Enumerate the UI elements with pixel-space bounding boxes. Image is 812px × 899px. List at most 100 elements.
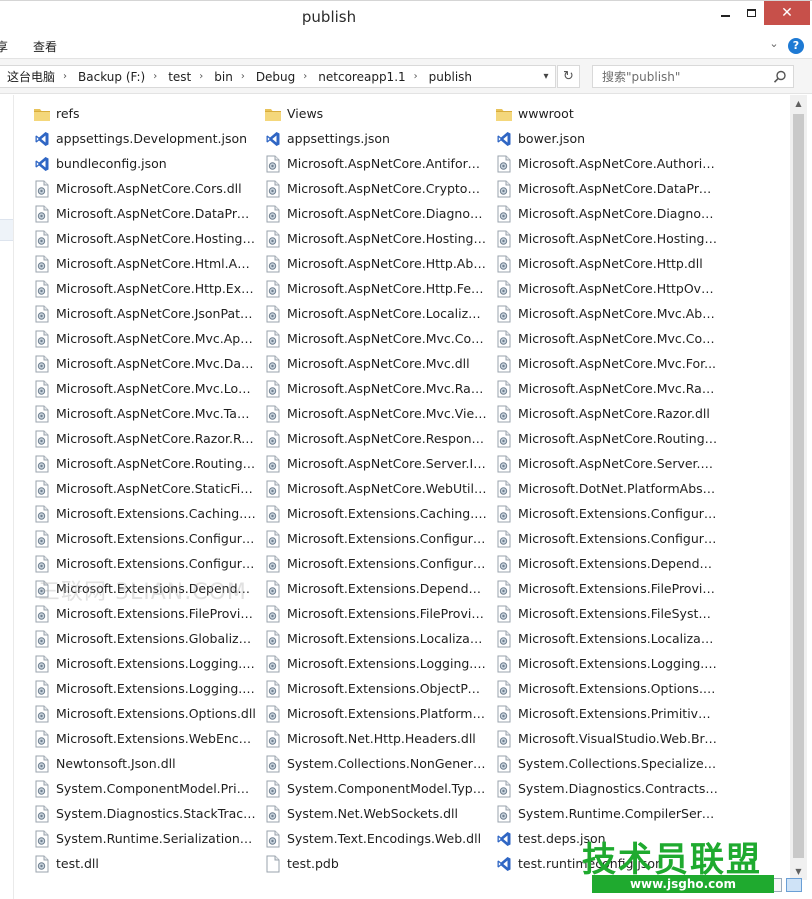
file-item[interactable]: Microsoft.AspNetCore.DataProt... [495, 176, 725, 201]
file-item[interactable]: Microsoft.AspNetCore.Respons... [264, 426, 494, 451]
file-item[interactable]: Microsoft.AspNetCore.Http.Abst... [264, 251, 494, 276]
breadcrumb-debug[interactable]: Debug [248, 70, 297, 84]
file-item[interactable]: Microsoft.Extensions.Dependenc... [495, 551, 725, 576]
file-item[interactable]: Microsoft.AspNetCore.Mvc.Cors... [495, 326, 725, 351]
file-item[interactable]: System.Runtime.CompilerService... [495, 801, 725, 826]
file-item[interactable]: Microsoft.AspNetCore.WebUtiliti... [264, 476, 494, 501]
tab-share[interactable]: 享 [0, 38, 8, 55]
file-item[interactable]: Microsoft.Extensions.Caching.M... [264, 501, 494, 526]
file-item[interactable]: Microsoft.Extensions.Logging.C... [264, 651, 494, 676]
file-item[interactable]: Microsoft.AspNetCore.Cryptogr... [264, 176, 494, 201]
file-item[interactable]: Microsoft.AspNetCore.Razor.Ru... [33, 426, 263, 451]
file-item[interactable]: Microsoft.Extensions.Configurati... [264, 551, 494, 576]
minimize-button[interactable] [712, 1, 738, 25]
breadcrumb-backup-drive[interactable]: Backup (F:) [70, 70, 147, 84]
file-item[interactable]: wwwroot [495, 101, 725, 126]
file-item[interactable]: Microsoft.AspNetCore.Mvc.View... [264, 401, 494, 426]
file-item[interactable]: Microsoft.Extensions.Logging.D... [495, 651, 725, 676]
file-item[interactable]: Microsoft.AspNetCore.Antiforge... [264, 151, 494, 176]
file-item[interactable]: Microsoft.AspNetCore.Localizati... [264, 301, 494, 326]
breadcrumb-separator-icon[interactable]: › [297, 71, 310, 82]
file-item[interactable]: Microsoft.AspNetCore.Hosting.S... [495, 226, 725, 251]
file-item[interactable]: Microsoft.AspNetCore.Http.Exte... [33, 276, 263, 301]
file-item[interactable]: Microsoft.AspNetCore.Server.IIS... [264, 451, 494, 476]
file-item[interactable]: System.Net.WebSockets.dll [264, 801, 494, 826]
file-item[interactable]: Microsoft.AspNetCore.Routing.A... [495, 426, 725, 451]
file-item[interactable]: Microsoft.AspNetCore.Cors.dll [33, 176, 263, 201]
file-item[interactable]: Microsoft.Extensions.PlatformAb... [264, 701, 494, 726]
navigation-selected-item[interactable] [0, 219, 13, 241]
file-item[interactable]: Microsoft.AspNetCore.Html.Abst... [33, 251, 263, 276]
file-item[interactable]: Microsoft.AspNetCore.Mvc.Abst... [495, 301, 725, 326]
file-item[interactable]: System.Diagnostics.Contracts.dll [495, 776, 725, 801]
vertical-scrollbar[interactable]: ▲ ▼ [790, 95, 807, 880]
address-history-button[interactable]: ▾ [536, 65, 556, 88]
file-item[interactable]: Microsoft.AspNetCore.Mvc.Core... [264, 326, 494, 351]
file-item[interactable]: Microsoft.AspNetCore.Http.Feat... [264, 276, 494, 301]
address-bar[interactable]: 这台电脑 › Backup (F:) › test › bin › Debug … [0, 65, 556, 88]
file-item[interactable]: Microsoft.Extensions.Configurati... [264, 526, 494, 551]
search-icon[interactable] [771, 68, 789, 86]
file-item[interactable]: test.dll [33, 851, 263, 876]
maximize-button[interactable] [738, 1, 764, 25]
file-item[interactable]: Microsoft.Extensions.Dependenc... [33, 576, 263, 601]
file-item[interactable]: Views [264, 101, 494, 126]
breadcrumb-publish[interactable]: publish [421, 70, 474, 84]
file-item[interactable]: test.deps.json [495, 826, 725, 851]
file-item[interactable]: Microsoft.AspNetCore.Mvc.Data... [33, 351, 263, 376]
file-item[interactable]: System.Collections.NonGeneric.dll [264, 751, 494, 776]
file-item[interactable]: Microsoft.AspNetCore.Mvc.dll [264, 351, 494, 376]
file-item[interactable]: Microsoft.AspNetCore.Mvc.Razo... [264, 376, 494, 401]
file-item[interactable]: Microsoft.AspNetCore.Mvc.Razo... [495, 376, 725, 401]
navigation-pane[interactable] [0, 95, 14, 899]
breadcrumb-separator-icon[interactable]: › [193, 71, 206, 82]
file-item[interactable]: Microsoft.Extensions.Logging.A... [33, 651, 263, 676]
file-item[interactable]: System.ComponentModel.TypeC... [264, 776, 494, 801]
file-item[interactable]: Microsoft.Extensions.Options.dll [33, 701, 263, 726]
file-item[interactable]: Microsoft.AspNetCore.Mvc.ApiE... [33, 326, 263, 351]
file-item[interactable]: Microsoft.AspNetCore.Mvc.Tag... [33, 401, 263, 426]
file-item[interactable]: Microsoft.Extensions.Logging.dll [33, 676, 263, 701]
breadcrumb-test[interactable]: test [160, 70, 193, 84]
file-item[interactable]: Microsoft.DotNet.PlatformAbstr... [495, 476, 725, 501]
file-item[interactable]: Microsoft.AspNetCore.Http.dll [495, 251, 725, 276]
file-list[interactable]: refs appsettings.Development.json bundleco… [14, 95, 790, 885]
file-item[interactable]: Microsoft.AspNetCore.Mvc.Loca... [33, 376, 263, 401]
file-item[interactable]: Microsoft.AspNetCore.Hosting.dll [264, 226, 494, 251]
breadcrumb-separator-icon[interactable]: › [408, 71, 421, 82]
breadcrumb-separator-icon[interactable]: › [57, 71, 70, 82]
file-item[interactable]: Microsoft.AspNetCore.DataProt... [33, 201, 263, 226]
file-item[interactable]: refs [33, 101, 263, 126]
file-item[interactable]: Microsoft.AspNetCore.Authoriza... [495, 151, 725, 176]
file-item[interactable]: Microsoft.Extensions.Configurati... [495, 526, 725, 551]
file-item[interactable]: System.ComponentModel.Primiti... [33, 776, 263, 801]
file-item[interactable]: Microsoft.Extensions.FileProvide... [33, 601, 263, 626]
file-item[interactable]: Microsoft.Extensions.Localizatio... [495, 626, 725, 651]
refresh-button[interactable]: ↻ [557, 65, 580, 88]
file-item[interactable]: Microsoft.Extensions.Configurati... [495, 501, 725, 526]
large-icons-view-button[interactable] [786, 878, 802, 892]
breadcrumb-this-pc[interactable]: 这台电脑 [0, 68, 57, 85]
close-button[interactable]: ✕ [764, 1, 810, 25]
scrollbar-thumb[interactable] [793, 114, 804, 858]
file-item[interactable]: Microsoft.AspNetCore.Hosting.A... [33, 226, 263, 251]
file-item[interactable]: Microsoft.Extensions.FileProvide... [495, 576, 725, 601]
search-box[interactable] [592, 65, 794, 88]
file-item[interactable]: Microsoft.Extensions.ObjectPool... [264, 676, 494, 701]
file-item[interactable]: Microsoft.Extensions.Options.Co... [495, 676, 725, 701]
file-item[interactable]: Microsoft.AspNetCore.Server.Ke... [495, 451, 725, 476]
file-item[interactable]: Microsoft.Extensions.FileSystem... [495, 601, 725, 626]
file-item[interactable]: test.runtimeconfig.json [495, 851, 725, 876]
file-item[interactable]: Microsoft.AspNetCore.Razor.dll [495, 401, 725, 426]
file-item[interactable]: bundleconfig.json [33, 151, 263, 176]
details-view-button[interactable] [766, 878, 782, 892]
search-input[interactable] [593, 66, 763, 87]
file-item[interactable]: Microsoft.VisualStudio.Web.Bro... [495, 726, 725, 751]
tab-view[interactable]: 查看 [33, 38, 57, 55]
breadcrumb-netcoreapp[interactable]: netcoreapp1.1 [310, 70, 407, 84]
file-item[interactable]: Microsoft.Extensions.FileProvide... [264, 601, 494, 626]
file-item[interactable]: Microsoft.AspNetCore.Routing.dll [33, 451, 263, 476]
file-item[interactable]: System.Runtime.Serialization.Pri... [33, 826, 263, 851]
file-item[interactable]: System.Diagnostics.StackTrace.dll [33, 801, 263, 826]
file-item[interactable]: Microsoft.Extensions.Configurati... [33, 551, 263, 576]
